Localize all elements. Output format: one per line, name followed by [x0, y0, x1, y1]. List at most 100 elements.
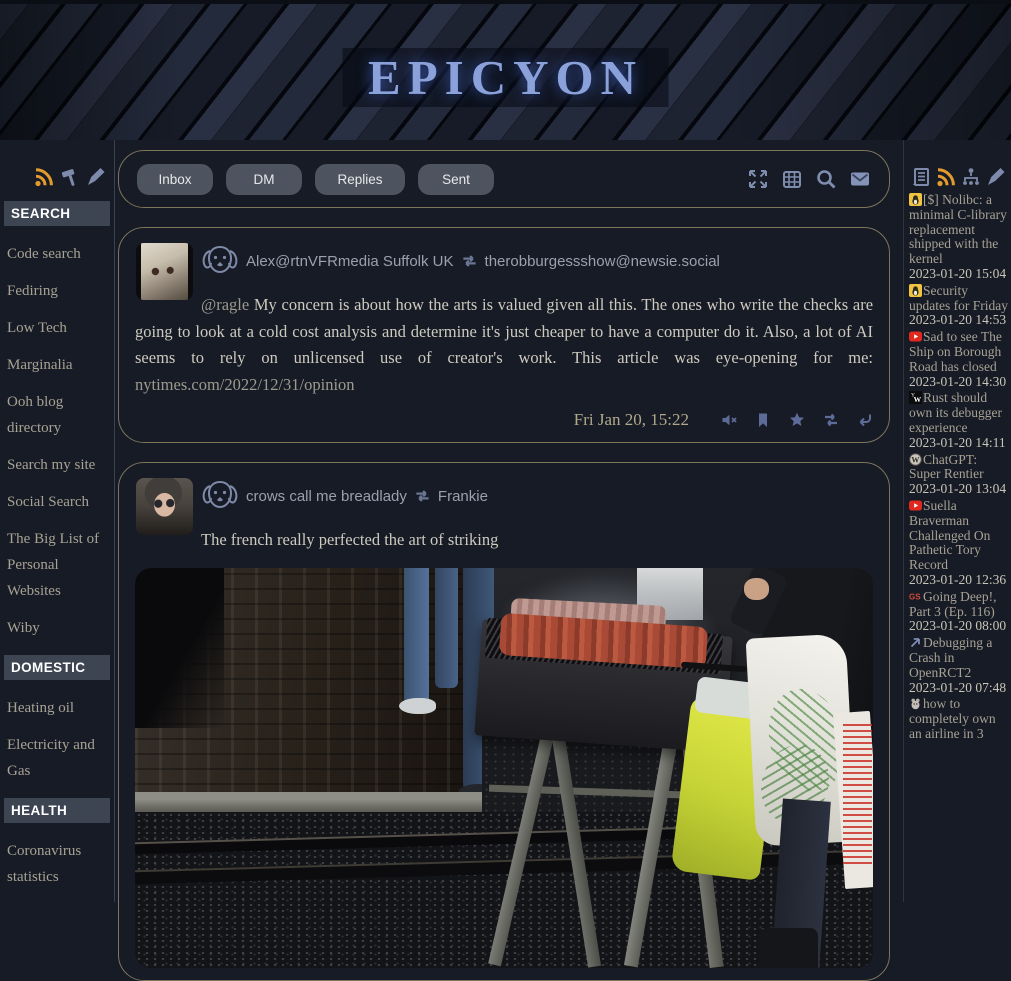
post-author-handle[interactable]: Alex@rtnVFRmedia Suffolk UK — [246, 253, 454, 270]
tab-inbox[interactable]: Inbox — [137, 164, 213, 195]
sidebar-link-code-search[interactable]: Code search — [4, 236, 110, 273]
news-link[interactable]: [$] Nolibc: a minimal C-library replacem… — [909, 192, 1007, 266]
banner-image[interactable]: EPICYON — [0, 0, 1011, 140]
sidebar-section-domestic: DOMESTIC — [4, 655, 110, 680]
post: crows call me breadlady Frankie The fren… — [118, 462, 890, 981]
news-link[interactable]: Rust should own its debugger experience — [909, 390, 1002, 435]
sidebar-link-marginalia[interactable]: Marginalia — [4, 347, 110, 384]
critter-favicon — [909, 697, 922, 710]
news-date: 2023-01-20 12:36 — [909, 573, 1008, 588]
expand-fullscreen-icon[interactable] — [747, 168, 769, 190]
sidebar-link-fediring[interactable]: Fediring — [4, 273, 110, 310]
sidebar-link-wiby[interactable]: Wiby — [4, 610, 110, 647]
sidebar-link-big-list[interactable]: The Big List of Personal Websites — [4, 521, 110, 610]
news-date: 2023-01-20 14:11 — [909, 436, 1008, 451]
newswire-column: [$] Nolibc: a minimal C-library replacem… — [903, 140, 1011, 902]
links-sidebar: SEARCH Code search Fediring Low Tech Mar… — [0, 140, 115, 902]
post-content: @ragle My concern is about how the arts … — [135, 292, 873, 398]
hammer-icon[interactable] — [60, 167, 80, 187]
person-dog-icon — [201, 479, 239, 513]
rss-feed-icon[interactable] — [34, 167, 54, 187]
news-date: 2023-01-20 14:30 — [909, 375, 1008, 390]
photo-boot — [759, 928, 818, 968]
post-image-attachment[interactable] — [135, 568, 873, 968]
tab-replies[interactable]: Replies — [315, 164, 405, 195]
post-text: The french really perfected the art of s… — [201, 530, 498, 549]
news-date: 2023-01-20 08:00 — [909, 619, 1008, 634]
post: Alex@rtnVFRmedia Suffolk UK therobburges… — [118, 227, 890, 443]
sidebar-link-coronavirus-statistics[interactable]: Coronavirus statistics — [4, 833, 110, 896]
wordpress-favicon: W — [909, 453, 922, 466]
news-link[interactable]: Sad to see The Ship on Borough Road has … — [909, 329, 1002, 374]
photo-hand — [744, 578, 769, 600]
rss-feed-icon[interactable] — [936, 167, 956, 187]
sidebar-section-health: HEALTH — [4, 798, 110, 823]
avatar[interactable] — [136, 243, 193, 300]
mute-icon[interactable] — [721, 412, 737, 428]
article-link[interactable]: nytimes.com/2022/12/31/opinion — [135, 375, 355, 394]
person-dog-icon — [201, 244, 239, 278]
news-item: Security updates for Friday 2023-01-20 1… — [909, 284, 1008, 328]
calendar-icon[interactable] — [781, 168, 803, 190]
svg-text:GS: GS — [909, 592, 921, 601]
news-item: Suella Braverman Challenged On Pathetic … — [909, 499, 1008, 588]
sidebar-section-search: SEARCH — [4, 201, 110, 226]
lwn-favicon — [909, 284, 922, 297]
lwn-favicon — [909, 193, 922, 206]
bookmark-icon[interactable] — [755, 412, 771, 428]
sidebar-link-ooh-blog-directory[interactable]: Ooh blog directory — [4, 384, 110, 447]
gs-favicon: GS — [909, 590, 922, 603]
photo-shoe — [399, 698, 436, 714]
photo-person-legs — [404, 568, 429, 704]
sidebar-link-social-search[interactable]: Social Search — [4, 484, 110, 521]
post-header: crows call me breadlady Frankie — [201, 477, 873, 515]
sidebar-link-electricity-gas[interactable]: Electricity and Gas — [4, 727, 110, 790]
reply-icon[interactable] — [857, 412, 873, 428]
blog-w-favicon: YW — [909, 391, 922, 404]
photo-sign-text — [843, 724, 871, 868]
news-item: [$] Nolibc: a minimal C-library replacem… — [909, 193, 1008, 282]
news-item: Debugging a Crash in OpenRCT2 2023-01-20… — [909, 636, 1008, 695]
post-content: The french really perfected the art of s… — [135, 527, 873, 554]
external-arrow-favicon — [909, 636, 922, 649]
post-boosted-handle[interactable]: therobburgessshow@newsie.social — [485, 253, 720, 270]
boost-indicator-icon — [414, 489, 431, 503]
tab-dm[interactable]: DM — [226, 164, 302, 195]
news-date: 2023-01-20 13:04 — [909, 482, 1008, 497]
news-link[interactable]: Security updates for Friday — [909, 283, 1008, 313]
news-link[interactable]: Going Deep!, Part 3 (Ep. 116) — [909, 589, 996, 619]
newswire-icon-row — [909, 140, 1008, 193]
tab-sent[interactable]: Sent — [418, 164, 494, 195]
newswire-list-icon[interactable] — [911, 167, 931, 187]
post-boosted-handle[interactable]: Frankie — [438, 488, 488, 505]
news-item: how to completely own an airline in 3 — [909, 697, 1008, 741]
post-header: Alex@rtnVFRmedia Suffolk UK therobburges… — [201, 242, 873, 280]
photo-person-legs — [435, 568, 459, 688]
like-star-icon[interactable] — [789, 412, 805, 428]
sidebar-link-low-tech[interactable]: Low Tech — [4, 310, 110, 347]
search-icon[interactable] — [815, 168, 837, 190]
post-author-handle[interactable]: crows call me breadlady — [246, 488, 407, 505]
categories-sitemap-icon[interactable] — [961, 167, 981, 187]
news-date: 2023-01-20 15:04 — [909, 267, 1008, 282]
mention-link[interactable]: @ragle — [201, 295, 249, 314]
sidebar-link-heating-oil[interactable]: Heating oil — [4, 690, 110, 727]
mail-icon[interactable] — [849, 168, 871, 190]
youtube-favicon — [909, 499, 922, 512]
svg-text:W: W — [914, 395, 922, 404]
boost-icon[interactable] — [823, 412, 839, 428]
news-item: WChatGPT: Super Rentier 2023-01-20 13:04 — [909, 453, 1008, 497]
page-layout: SEARCH Code search Fediring Low Tech Mar… — [0, 140, 1011, 902]
post-timestamp: Fri Jan 20, 15:22 — [574, 410, 689, 430]
timeline-column: Inbox DM Replies Sent — [118, 140, 890, 981]
edit-links-icon[interactable] — [86, 167, 106, 187]
edit-newswire-icon[interactable] — [986, 167, 1006, 187]
news-date: 2023-01-20 14:53 — [909, 313, 1008, 328]
sidebar-icon-row — [4, 140, 110, 193]
sidebar-link-search-my-site[interactable]: Search my site — [4, 447, 110, 484]
news-date: 2023-01-20 07:48 — [909, 681, 1008, 696]
youtube-favicon — [909, 330, 922, 343]
news-item: YWRust should own its debugger experienc… — [909, 391, 1008, 450]
news-item: Sad to see The Ship on Borough Road has … — [909, 330, 1008, 389]
avatar[interactable] — [136, 478, 193, 535]
